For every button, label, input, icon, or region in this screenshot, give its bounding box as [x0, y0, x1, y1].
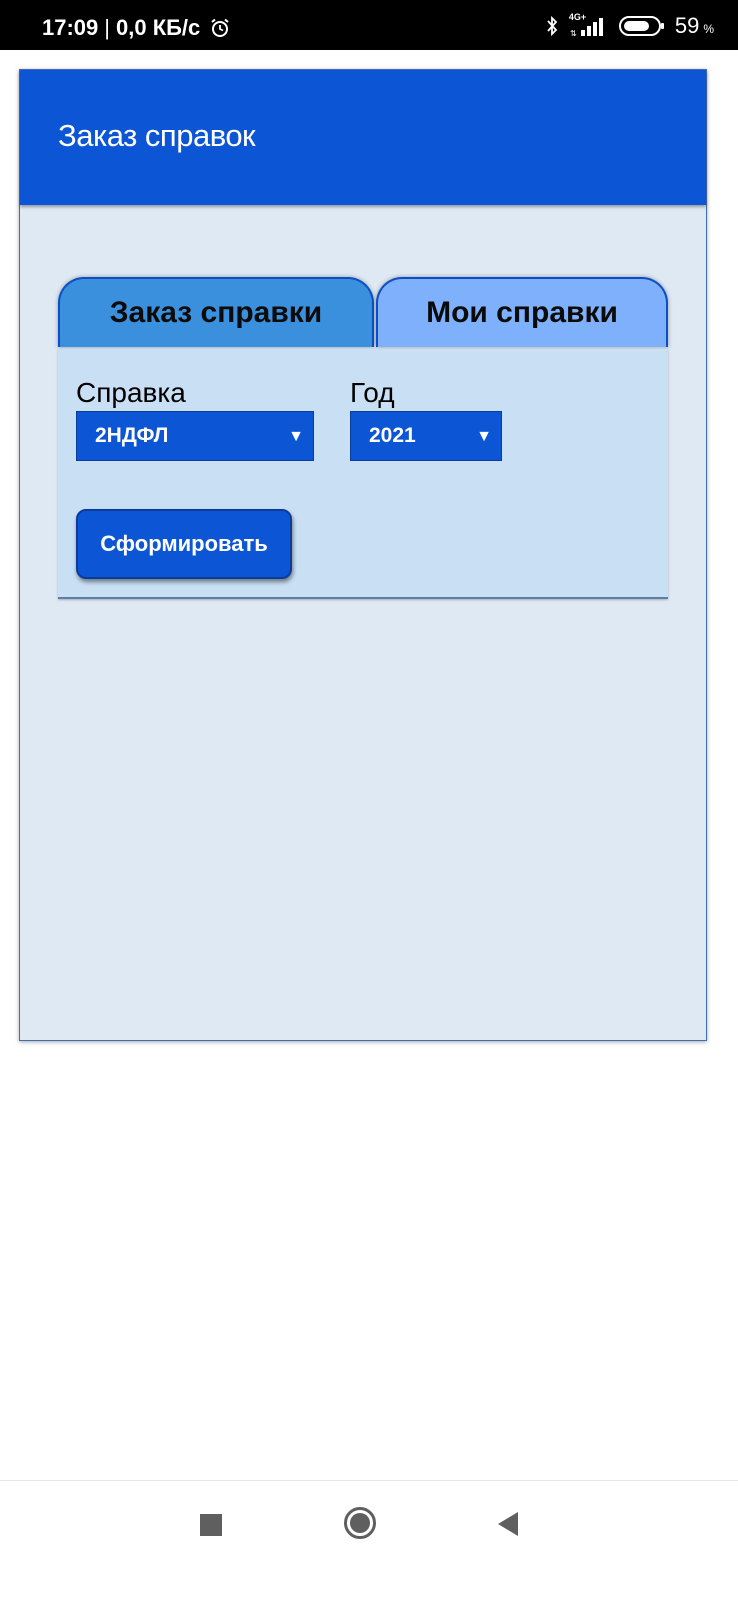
- app-frame: Заказ справок Заказ справки Мои справки …: [19, 69, 707, 1041]
- generate-button[interactable]: Сформировать: [76, 509, 292, 579]
- tab-bar: Заказ справки Мои справки: [58, 277, 668, 349]
- year-label: Год: [350, 377, 395, 408]
- page-title: Заказ справок: [58, 118, 256, 153]
- status-left: 17:09 | 0,0 КБ/с: [42, 15, 230, 41]
- bluetooth-icon: [547, 15, 558, 37]
- triangle-back-icon[interactable]: [496, 1511, 520, 1537]
- signal-icon: 4G+ ⇅: [569, 12, 609, 38]
- square-icon[interactable]: [200, 1514, 222, 1536]
- navigation-bar: [0, 1481, 738, 1599]
- status-right: 4G+ ⇅ 59%: [545, 12, 714, 39]
- certificate-type-value: 2НДФЛ: [95, 424, 169, 447]
- certificate-type-label: Справка: [76, 377, 186, 408]
- status-net-speed: 0,0 КБ/с: [116, 15, 201, 40]
- tab-order-certificate[interactable]: Заказ справки: [58, 277, 374, 347]
- certificate-type-select[interactable]: 2НДФЛ ▼: [76, 411, 314, 461]
- status-bar: 17:09 | 0,0 КБ/с 4G+ ⇅ 59 %: [0, 0, 738, 50]
- battery-icon: [618, 16, 664, 36]
- battery-unit: %: [703, 22, 714, 36]
- order-form-panel: Справка 2НДФЛ ▼ Год 2021 ▼ Сформировать: [58, 349, 668, 599]
- status-separator: |: [104, 15, 110, 40]
- year-select[interactable]: 2021 ▼: [350, 411, 502, 461]
- year-value: 2021: [369, 424, 416, 447]
- app-header: Заказ справок: [20, 70, 706, 205]
- alarm-icon: [211, 18, 229, 37]
- chevron-down-icon: ▼: [476, 428, 492, 445]
- tab-my-certificates[interactable]: Мои справки: [376, 277, 668, 347]
- battery-percent: 59%: [675, 13, 714, 39]
- battery-level: 59: [674, 13, 700, 38]
- status-time: 17:09: [42, 15, 99, 40]
- svg-text:⇅: ⇅: [570, 29, 577, 38]
- circle-icon[interactable]: [343, 1506, 377, 1540]
- chevron-down-icon: ▼: [288, 428, 304, 445]
